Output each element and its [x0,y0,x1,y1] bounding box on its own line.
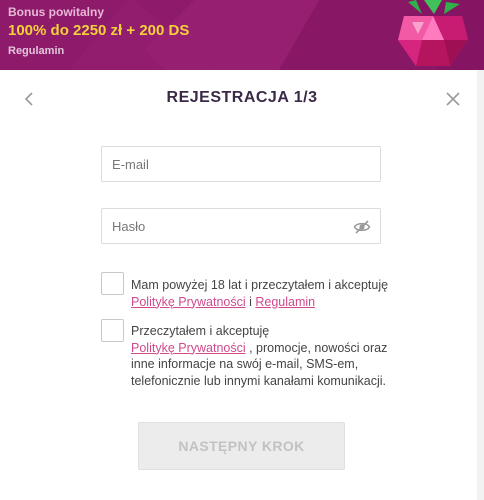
privacy-policy-link[interactable]: Politykę Prywatności [131,295,246,309]
marketing-consent-checkbox[interactable] [101,319,124,342]
banner-terms-link[interactable]: Regulamin [8,45,64,57]
banner-title: Bonus powitalny [8,5,104,19]
password-field-wrapper [101,208,381,244]
age-terms-checkbox[interactable] [101,272,124,295]
modal-header: REJESTRACJA 1/3 [0,70,484,128]
password-input[interactable] [102,209,380,243]
email-input[interactable] [102,147,380,181]
privacy-policy-link[interactable]: Politykę Prywatności [131,341,246,355]
close-icon[interactable] [446,92,460,106]
terms-link[interactable]: Regulamin [255,295,315,309]
scrollbar[interactable] [477,70,484,500]
age-terms-consent-text: Mam powyżej 18 lat i przeczytałem i akce… [131,277,391,310]
banner-offer: 100% do 2250 zł + 200 DS [8,22,190,39]
consent-text: Przeczytałem i akceptuję [131,324,270,338]
consent-text: Mam powyżej 18 lat i przeczytałem i akce… [131,278,389,292]
consent-text: i [245,294,256,309]
eye-slash-icon[interactable] [353,218,371,236]
modal-title: REJESTRACJA 1/3 [166,89,318,106]
welcome-bonus-banner[interactable]: Bonus powitalny 100% do 2250 zł + 200 DS… [0,0,484,70]
marketing-consent-text: Przeczytałem i akceptuję Politykę Prywat… [131,323,391,389]
raspberry-gem-icon [398,0,468,66]
email-field-wrapper [101,146,381,182]
next-step-button[interactable]: NASTĘPNY KROK [138,422,345,470]
